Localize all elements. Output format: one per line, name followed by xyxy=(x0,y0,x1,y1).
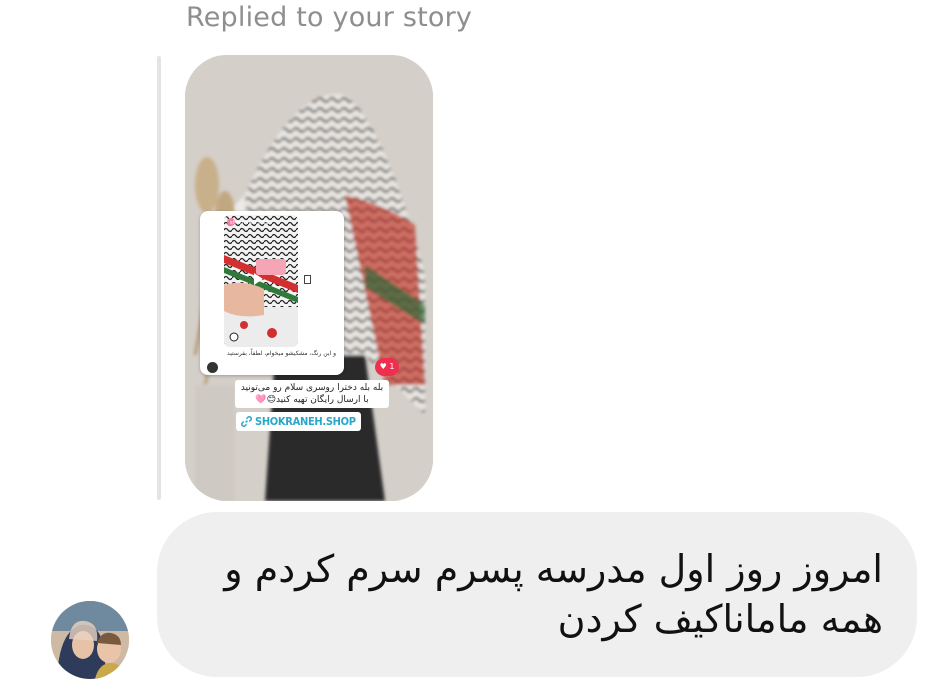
link-icon xyxy=(241,416,252,427)
shared-post-media: shokraneh.shop xyxy=(224,215,298,347)
sender-avatar[interactable] xyxy=(51,601,129,679)
link-sticker[interactable]: SHOKRANEH.SHOP xyxy=(236,412,361,431)
reply-quote-bar xyxy=(157,56,161,500)
shared-post-card[interactable]: shokraneh.shop و این رنگ، مشکیشو میخوام،… xyxy=(200,211,344,375)
story-text-sticker: بله بله دخترا روسری سلام رو می‌تونید با … xyxy=(235,380,389,408)
story-preview[interactable]: shokraneh.shop و این رنگ، مشکیشو میخوام،… xyxy=(185,55,433,501)
play-icon[interactable] xyxy=(254,273,263,285)
shared-post-caption: و این رنگ، مشکیشو میخوام، لطفاً، بفرستید xyxy=(227,350,336,357)
heart-icon: ♥ xyxy=(379,362,387,371)
link-sticker-label: SHOKRANEH.SHOP xyxy=(255,415,356,428)
message-bubble[interactable]: امروز روز اول مدرسه پسرم سرم کردم و همه … xyxy=(157,512,917,677)
shared-post-account: shokraneh.shop xyxy=(230,220,270,226)
like-count-badge: ♥ 1 xyxy=(375,358,399,376)
replied-to-story-label: Replied to your story xyxy=(186,2,473,33)
message-text: امروز روز اول مدرسه پسرم سرم کردم و همه … xyxy=(224,547,883,641)
bookmark-icon[interactable] xyxy=(304,275,311,284)
like-count: 1 xyxy=(389,362,395,371)
shared-post-avatar xyxy=(207,362,218,373)
dm-thread: Replied to your story shokraneh.shop و ا… xyxy=(0,0,941,695)
user-avatar-image xyxy=(51,601,129,679)
